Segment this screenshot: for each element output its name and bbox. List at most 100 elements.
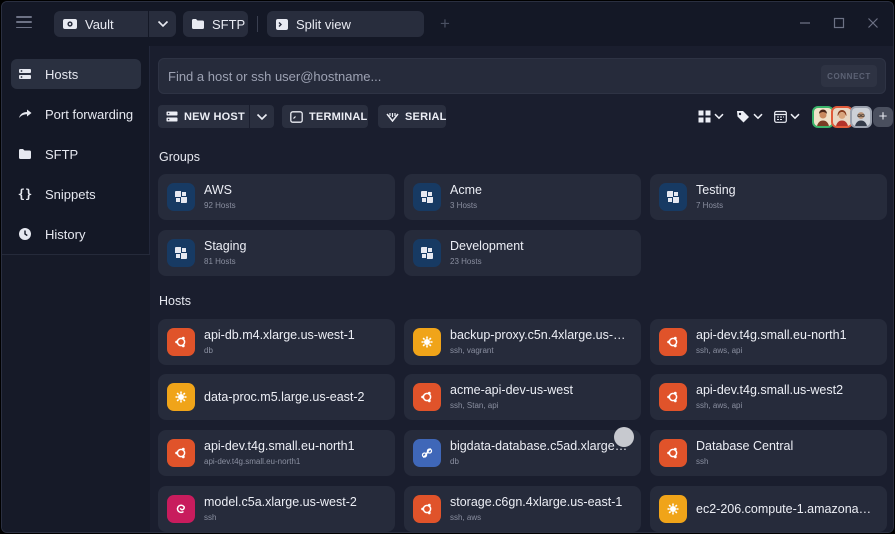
calendar-icon [774,110,787,123]
sidebar-item-hosts[interactable]: Hosts [11,59,141,89]
host-tags: ssh, aws, api [696,346,743,355]
app-window: Vault SFTP Split view + Hosts Port forwa… [1,1,894,533]
group-icon [167,183,195,211]
group-card[interactable]: Testing 7 Hosts [650,174,887,220]
new-host-label: NEW HOST [184,110,245,123]
host-tags: ssh, Stan, api [450,401,499,410]
group-host-count: 3 Hosts [450,201,478,210]
gear-os-icon [659,495,687,523]
host-name: bigdata-database.c5ad.xlarge.us-west-1 [450,439,630,453]
group-card[interactable]: Development 23 Hosts [404,230,641,276]
serial-button[interactable]: SERIAL [378,105,446,128]
tab-sftp-label: SFTP [212,16,246,32]
close-button[interactable] [865,15,881,31]
terminal-button[interactable]: TERMINAL [282,105,368,128]
braces-icon: {} [17,187,33,201]
terminal-window-icon [275,18,289,31]
host-card[interactable]: api-db.m4.xlarge.us-west-1 db [158,319,395,365]
hosts-icon [18,68,32,80]
group-icon [659,183,687,211]
maximize-button[interactable] [831,15,847,31]
host-card[interactable]: api-dev.t4g.small.eu-north1 api-dev.t4g.… [158,430,395,476]
sidebar-item-label: SFTP [45,146,79,162]
menu-icon[interactable] [16,16,32,28]
sidebar-item-label: Snippets [45,186,96,202]
host-card[interactable]: bigdata-database.c5ad.xlarge.us-west-1 d… [404,430,641,476]
group-name: Development [450,239,524,253]
sidebar-item-port-forwarding[interactable]: Port forwarding [11,99,141,129]
tab-divider [257,16,258,32]
new-host-button[interactable]: NEW HOST [158,105,274,128]
team-avatars: + [812,105,893,128]
group-name: Testing [696,183,736,197]
tab-split-view-label: Split view [296,16,351,32]
avatar[interactable] [850,105,872,128]
main-content: CONNECT NEW HOST TERMINAL SERIAL [150,46,893,532]
host-name: api-dev.t4g.small.us-west2 [696,383,844,397]
host-card[interactable]: model.c5a.xlarge.us-west-2 ssh [158,486,395,532]
tab-vault-label: Vault [85,16,114,32]
host-card[interactable]: Database Central ssh [650,430,887,476]
host-card[interactable]: ec2-206.compute-1.amazonaws.com [650,486,887,532]
group-card[interactable]: AWS 92 Hosts [158,174,395,220]
chevron-down-icon [753,113,763,119]
host-tags: ssh [696,457,709,466]
ubuntu-icon [659,328,687,356]
host-card[interactable]: api-dev.t4g.small.eu-north1 ssh, aws, ap… [650,319,887,365]
group-icon [167,239,195,267]
host-name: backup-proxy.c5n.4xlarge.us-west-1 [450,328,630,342]
serial-label: SERIAL [405,110,447,123]
freebsd-icon [413,439,441,467]
hosts-heading: Hosts [159,294,191,308]
new-tab-button[interactable]: + [440,15,450,32]
ubuntu-icon [413,383,441,411]
host-card[interactable]: acme-api-dev-us-west ssh, Stan, api [404,374,641,420]
server-icon [166,111,178,122]
tag-filter[interactable] [736,108,763,124]
port-forwarding-icon [18,108,32,120]
sidebar-item-history[interactable]: History [11,219,141,249]
group-card[interactable]: Acme 3 Hosts [404,174,641,220]
title-bar: Vault SFTP Split view + [2,2,893,46]
group-name: Staging [204,239,247,253]
sidebar-empty-area [2,255,150,532]
host-name: data-proc.m5.large.us-east-2 [204,390,365,404]
search-input[interactable] [159,59,809,93]
grid-view-toggle[interactable] [698,108,724,124]
sort-menu[interactable] [774,108,800,124]
host-card[interactable]: backup-proxy.c5n.4xlarge.us-west-1 ssh, … [404,319,641,365]
host-tags: db [204,346,213,355]
chevron-down-icon[interactable] [250,105,274,128]
ubuntu-icon [413,495,441,523]
host-name: api-dev.t4g.small.eu-north1 [204,439,355,453]
host-tags: api-dev.t4g.small.eu-north1 [204,457,301,466]
group-card[interactable]: Staging 81 Hosts [158,230,395,276]
host-tags: ssh, vagrant [450,346,494,355]
host-card[interactable]: api-dev.t4g.small.us-west2 ssh, aws, api [650,374,887,420]
sidebar-item-label: History [45,226,86,242]
tab-sftp[interactable]: SFTP [183,11,248,37]
minimize-button[interactable] [797,15,813,31]
host-card[interactable]: storage.c6gn.4xlarge.us-east-1 ssh, aws [404,486,641,532]
cursor-indicator [614,427,634,447]
debian-icon [167,495,195,523]
ubuntu-icon [659,383,687,411]
group-icon [413,183,441,211]
ubuntu-icon [167,328,195,356]
add-member-button[interactable]: + [873,106,893,127]
gear-os-icon [413,328,441,356]
sidebar-item-snippets[interactable]: {} Snippets [11,179,141,209]
vault-icon [62,17,78,31]
host-name: storage.c6gn.4xlarge.us-east-1 [450,495,623,509]
ubuntu-icon [167,439,195,467]
tab-vault[interactable]: Vault [54,11,176,37]
host-name: model.c5a.xlarge.us-west-2 [204,495,357,509]
sidebar-item-label: Port forwarding [45,106,134,122]
host-card[interactable]: data-proc.m5.large.us-east-2 [158,374,395,420]
chevron-down-icon[interactable] [150,11,176,37]
ubuntu-icon [659,439,687,467]
connect-button[interactable]: CONNECT [821,65,877,87]
host-name: api-db.m4.xlarge.us-west-1 [204,328,355,342]
tab-split-view[interactable]: Split view [267,11,424,37]
sidebar-item-sftp[interactable]: SFTP [11,139,141,169]
